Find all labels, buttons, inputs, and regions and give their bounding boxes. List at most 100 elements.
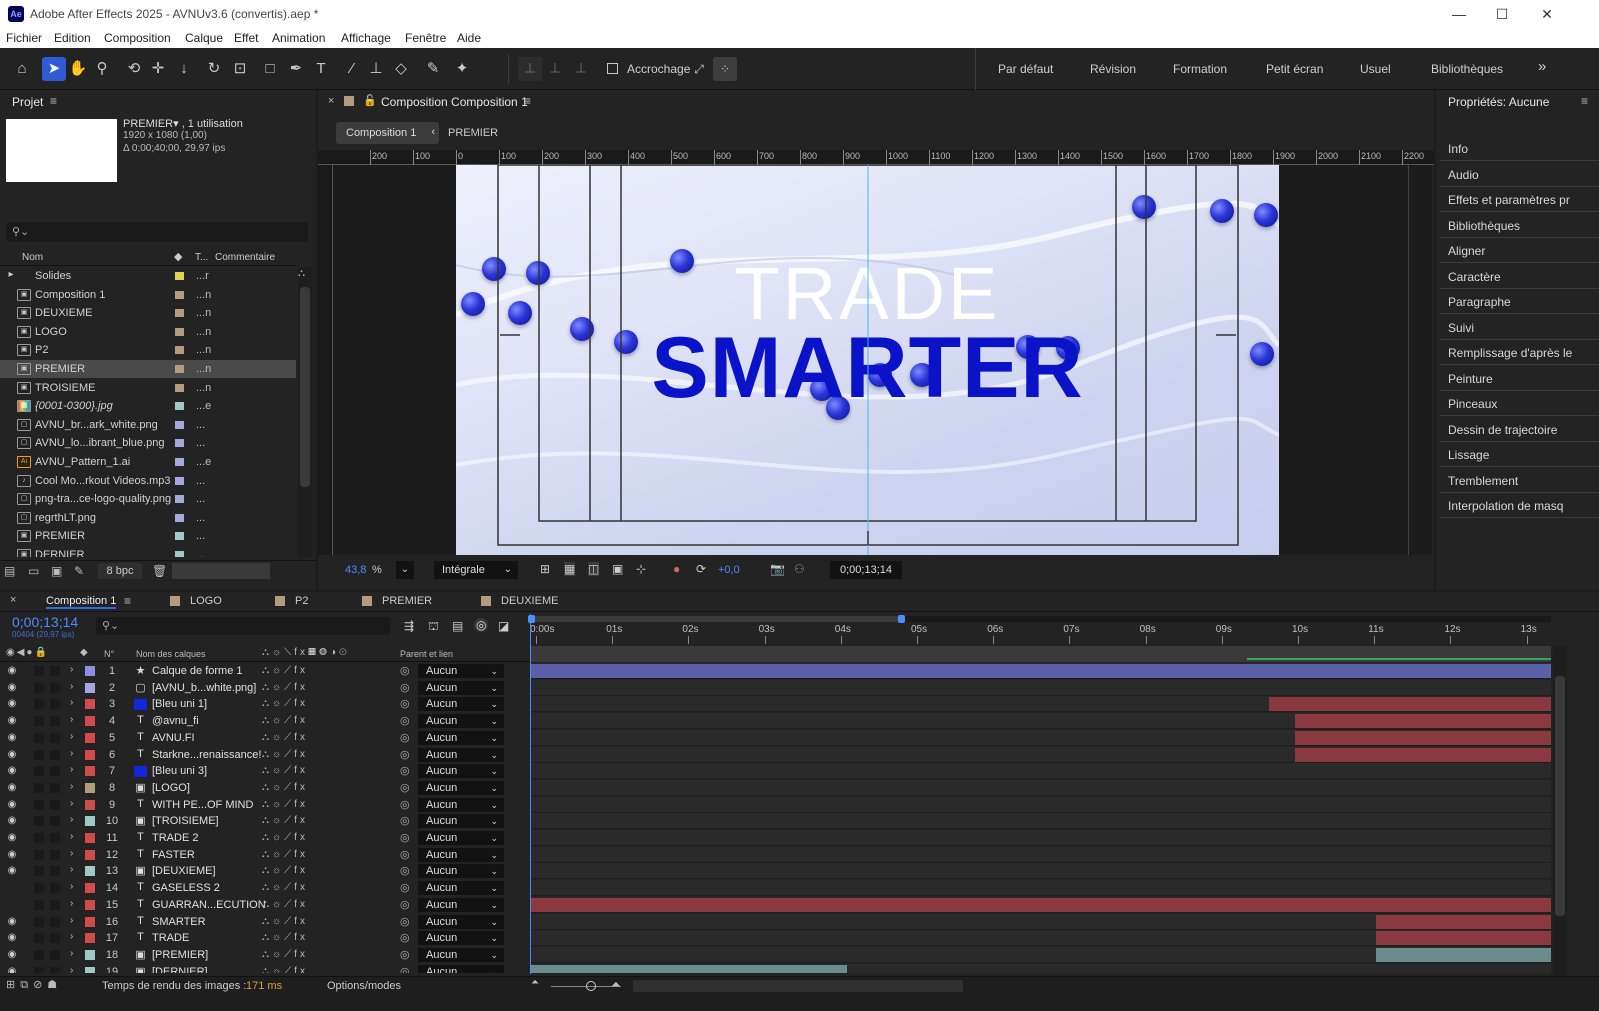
layer-search-input[interactable]: ⚲⌄: [96, 617, 390, 635]
layer-duration-bar[interactable]: [530, 664, 1551, 678]
shy-layers-icon[interactable]: ▤: [452, 619, 463, 633]
layer-label-swatch[interactable]: [85, 699, 95, 710]
lock-toggle[interactable]: [50, 666, 60, 676]
region-of-interest-icon[interactable]: ▣: [612, 562, 623, 576]
panel-menu-icon[interactable]: ≡: [1581, 94, 1588, 108]
label-color-swatch[interactable]: [175, 365, 184, 373]
lock-toggle[interactable]: [50, 866, 60, 877]
timeline-timecode[interactable]: 0;00;13;14: [12, 614, 78, 630]
project-item[interactable]: ▣ DERNIER...: [0, 546, 296, 557]
project-item[interactable]: ▢ AVNU_br...ark_white.png...: [0, 416, 296, 434]
pen-tool-icon[interactable]: ✒: [284, 57, 308, 81]
close-tab-icon[interactable]: ×: [10, 594, 16, 606]
new-comp-icon[interactable]: ▣: [51, 564, 62, 578]
parent-dropdown[interactable]: Aucun ⌄: [418, 680, 504, 695]
lock-toggle[interactable]: [50, 949, 60, 960]
pick-whip-icon[interactable]: ◎: [400, 814, 410, 827]
pick-whip-icon[interactable]: ◎: [400, 931, 410, 944]
clone-stamp-tool-icon[interactable]: ⊥: [364, 57, 388, 81]
zoom-in-icon[interactable]: ⏶: [611, 977, 621, 992]
menu-aide[interactable]: Aide: [457, 31, 481, 45]
solo-toggle[interactable]: [34, 866, 44, 877]
expand-chevron-icon[interactable]: ›: [70, 681, 73, 692]
menu-effet[interactable]: Effet: [234, 31, 258, 45]
layer-label-swatch[interactable]: [85, 899, 95, 910]
parent-dropdown[interactable]: Aucun ⌄: [418, 931, 504, 946]
layer-switches-icons[interactable]: ⛬☼⟋fx: [262, 899, 308, 910]
layer-switches-icons[interactable]: ⛬☼⟋fx: [262, 849, 308, 860]
layer-row[interactable]: ◉ › 11 T TRADE 2 ⛬☼⟋fx ◎ Aucun ⌄: [0, 830, 1553, 846]
pick-whip-icon[interactable]: ◎: [400, 731, 410, 744]
properties-item[interactable]: Interpolation de masq: [1448, 499, 1563, 513]
workspace-par-defaut[interactable]: Par défaut: [998, 62, 1053, 76]
timeline-scrollbar[interactable]: [1553, 646, 1567, 976]
expand-chevron-icon[interactable]: ›: [70, 898, 73, 909]
visibility-eye-icon[interactable]: ◉: [6, 682, 18, 694]
visibility-eye-icon[interactable]: ◉: [6, 715, 18, 727]
visibility-eye-icon[interactable]: ◉: [6, 949, 18, 961]
label-color-swatch[interactable]: [175, 513, 184, 522]
layer-row[interactable]: ◉ › 18 ▣ [PREMIER] ⛬☼⟋fx ◎ Aucun ⌄: [0, 946, 1553, 963]
label-color-swatch[interactable]: [175, 290, 184, 299]
solo-toggle[interactable]: [34, 849, 44, 860]
parent-dropdown[interactable]: Aucun ⌄: [418, 964, 504, 973]
layer-label-swatch[interactable]: [85, 716, 95, 727]
comp-timecode[interactable]: 0;00;13;14: [830, 561, 902, 579]
layer-switches-icons[interactable]: ⛬☼⟋fx: [262, 765, 308, 776]
zoom-tool-icon[interactable]: ⚲: [90, 57, 114, 81]
properties-item[interactable]: Remplissage d'après le: [1448, 346, 1572, 360]
layer-switches-icons[interactable]: ⛬☼⟋fx: [262, 832, 308, 843]
visibility-eye-icon[interactable]: ◉: [6, 782, 18, 794]
toggle-switches-modes[interactable]: Options/modes: [327, 980, 401, 992]
solo-toggle[interactable]: [34, 766, 44, 777]
lock-toggle[interactable]: [50, 699, 60, 710]
label-column-icon[interactable]: ◆: [174, 250, 182, 263]
project-item[interactable]: ▣ Composition 1 ...n: [0, 286, 296, 304]
layer-switches-icons[interactable]: ⛬☼⟋fx: [262, 815, 308, 826]
workspace-formation[interactable]: Formation: [1173, 62, 1227, 76]
pick-whip-icon[interactable]: ◎: [400, 864, 410, 877]
parent-dropdown[interactable]: Aucun ⌄: [418, 831, 504, 845]
workspace-usuel[interactable]: Usuel: [1360, 62, 1391, 76]
layer-name[interactable]: TRADE: [152, 932, 189, 944]
menu-calque[interactable]: Calque: [185, 31, 223, 45]
expand-chevron-icon[interactable]: ›: [70, 848, 73, 859]
layer-label-swatch[interactable]: [85, 866, 95, 877]
layer-label-swatch[interactable]: [85, 682, 95, 693]
project-item[interactable]: ▸ Solides ...r: [0, 267, 296, 285]
layer-row[interactable]: ◉ › 5 T AVNU.FI ⛬☼⟋fx ◎ Aucun ⌄: [0, 729, 1553, 746]
layer-switches-icons[interactable]: ⛬☼⟋fx: [262, 966, 308, 973]
selection-tool-icon[interactable]: ➤: [42, 57, 66, 81]
layer-row[interactable]: ◉ › 1 ★ Calque de forme 1 ⛬☼⟋fx ◎ Aucun ⌄: [0, 663, 1553, 679]
panel-menu-icon[interactable]: ≡: [524, 94, 531, 108]
lock-toggle[interactable]: [50, 899, 60, 910]
visibility-eye-icon[interactable]: ◉: [6, 849, 18, 861]
expand-chevron-icon[interactable]: ›: [70, 664, 73, 675]
expand-chevron-icon[interactable]: ›: [70, 748, 73, 759]
layer-switches-icons[interactable]: ⛬☼⟋fx: [262, 949, 308, 960]
layer-switches-icons[interactable]: ⛬☼⟋fx: [262, 882, 308, 893]
layer-label-swatch[interactable]: [85, 799, 95, 810]
parent-dropdown[interactable]: Aucun ⌄: [418, 764, 504, 779]
layer-name[interactable]: TRADE 2: [152, 832, 198, 844]
layer-row[interactable]: ◉ › 19 ▣ [DERNIER] ⛬☼⟋fx ◎ Aucun ⌄: [0, 963, 1553, 973]
layer-row[interactable]: ◉ › 13 ▣ [DEUXIEME] ⛬☼⟋fx ◎ Aucun ⌄: [0, 863, 1553, 880]
minimize-button[interactable]: —: [1444, 4, 1474, 24]
flowchart-icon[interactable]: ⛬: [298, 268, 305, 279]
menu-affichage[interactable]: Affichage: [341, 31, 391, 45]
zoom-dropdown-chevron-icon[interactable]: ⌄: [396, 561, 414, 579]
label-color-swatch[interactable]: [175, 420, 184, 429]
layer-label-swatch[interactable]: [85, 666, 95, 676]
layer-duration-bar[interactable]: [1376, 931, 1551, 946]
label-color-swatch[interactable]: [175, 402, 184, 411]
visibility-eye-icon[interactable]: ◉: [6, 749, 18, 761]
layer-name[interactable]: [TROISIEME]: [152, 815, 219, 827]
layer-switches-icons[interactable]: ⛬☼⟋fx: [262, 916, 308, 927]
project-item[interactable]: ▣ TROISIEME ...n: [0, 379, 296, 397]
expand-chevron-icon[interactable]: ›: [70, 798, 73, 809]
layer-duration-bar[interactable]: [1294, 714, 1551, 729]
expand-chevron-icon[interactable]: ›: [70, 831, 73, 842]
lock-toggle[interactable]: [50, 816, 60, 827]
eraser-tool-icon[interactable]: ◇: [389, 57, 413, 81]
lock-icon[interactable]: 🔓: [363, 94, 377, 107]
